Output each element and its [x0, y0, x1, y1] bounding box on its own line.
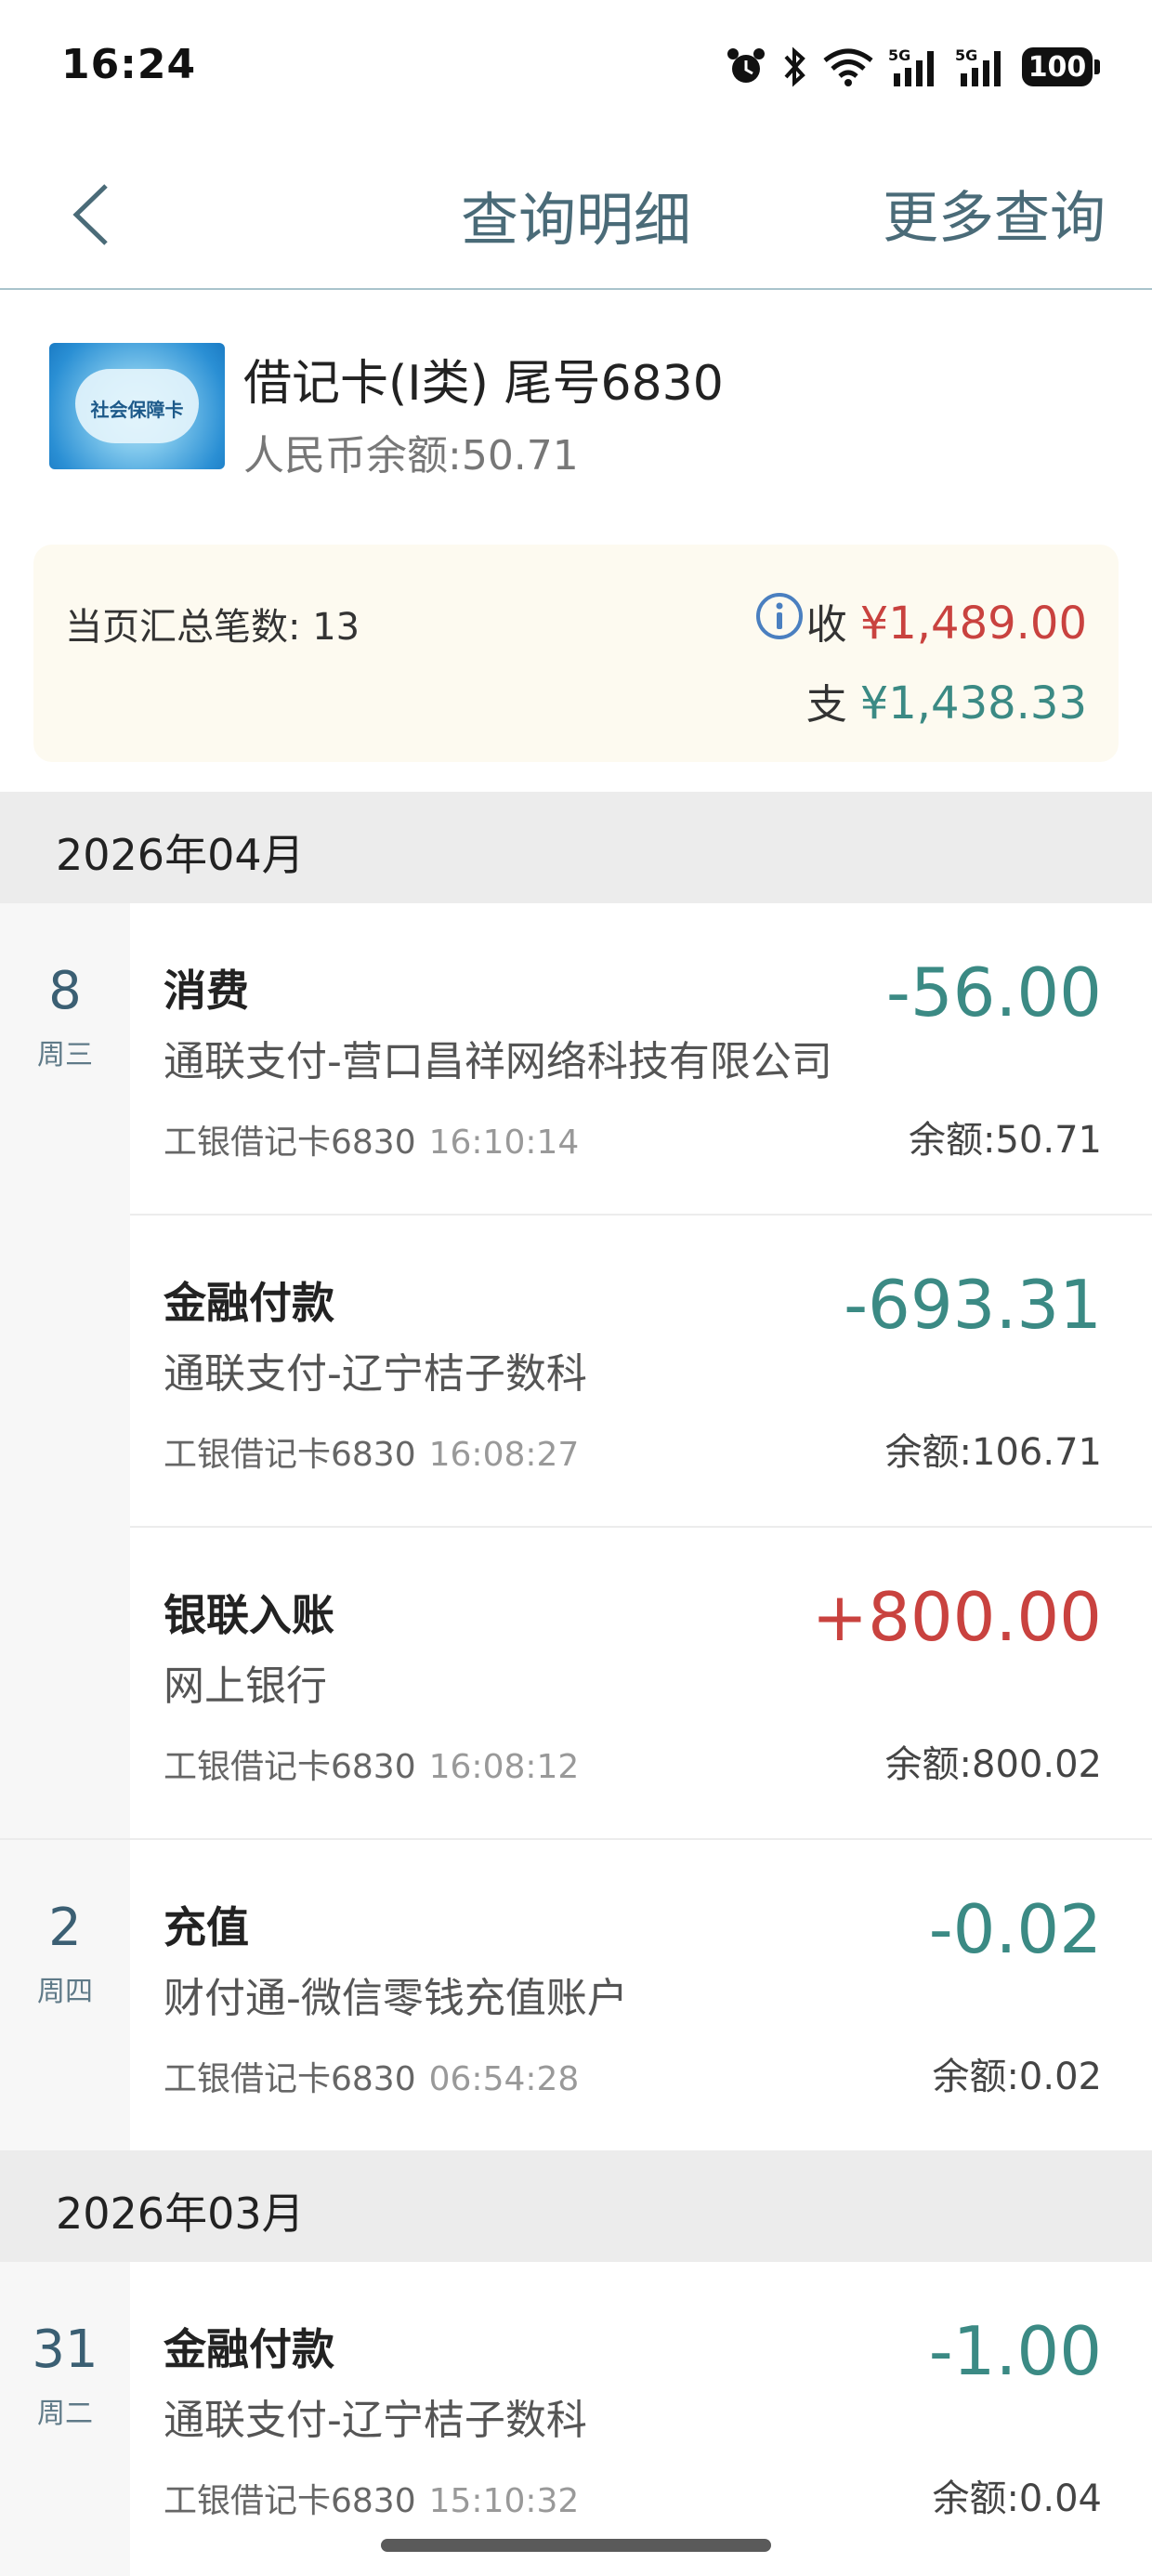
wifi-icon [823, 48, 873, 86]
transaction-balance: 余额:0.04 [932, 2477, 1102, 2520]
transaction-row[interactable]: 银联入账 网上银行 工银借记卡6830 16:08:12 +800.00 余额:8… [130, 1528, 1152, 1840]
account-balance: 人民币余额:50.71 [243, 432, 579, 480]
battery-icon: 100 [1022, 47, 1100, 86]
card-image-text: 社会保障卡 [90, 399, 184, 421]
transaction-type: 金融付款 [164, 2324, 334, 2374]
alarm-icon [727, 48, 765, 83]
expense-amount: ¥1,438.33 [859, 677, 1087, 729]
transaction-row[interactable]: 金融付款 通联支付-辽宁桔子数科 工银借记卡6830 15:10:32 -1.00… [130, 2262, 1152, 2576]
transaction-time: 16:08:27 [428, 1436, 580, 1474]
day-weekday: 周三 [37, 1039, 93, 1071]
month-label: 2026年04月 [56, 830, 305, 880]
transaction-amount: -693.31 [844, 1266, 1102, 1344]
summary-panel: 当页汇总笔数: 13 收 ¥1,489.00 支 ¥1,438.33 [33, 545, 1119, 762]
transaction-type: 充值 [164, 1902, 249, 1952]
transaction-balance: 余额:50.71 [909, 1119, 1102, 1162]
transaction-card: 工银借记卡6830 16:08:12 [164, 1748, 580, 1786]
transaction-balance: 余额:0.02 [932, 2056, 1102, 2098]
account-header: 社会保障卡 借记卡(I类) 尾号6830 人民币余额:50.71 [0, 292, 1152, 539]
status-bar: 16:24 5G 5G 100 [0, 0, 1152, 139]
battery-level: 100 [1022, 47, 1093, 86]
income-row: 收 ¥1,489.00 [806, 591, 1087, 651]
transaction-row[interactable]: 金融付款 通联支付-辽宁桔子数科 工银借记卡6830 16:08:27 -693.… [130, 1216, 1152, 1528]
transaction-time: 16:08:12 [428, 1748, 580, 1786]
transaction-amount: -56.00 [885, 953, 1102, 1032]
expense-row: 支 ¥1,438.33 [806, 671, 1087, 730]
expense-label: 支 [805, 681, 847, 729]
transaction-merchant: 通联支付-营口昌祥网络科技有限公司 [164, 1038, 832, 1085]
transaction-balance: 余额:800.02 [884, 1743, 1102, 1786]
month-header: 2026年04月 [0, 792, 1152, 903]
transaction-type: 金融付款 [164, 1278, 334, 1328]
transaction-merchant: 通联支付-辽宁桔子数科 [164, 1350, 587, 1398]
transaction-card: 工银借记卡6830 16:10:14 [164, 1124, 580, 1162]
transaction-time: 16:10:14 [428, 1124, 580, 1162]
transaction-card: 工银借记卡6830 06:54:28 [164, 2060, 580, 2098]
month-label: 2026年03月 [56, 2188, 305, 2239]
transaction-merchant: 财付通-微信零钱充值账户 [164, 1975, 628, 2022]
day-weekday: 周二 [37, 2398, 93, 2430]
transaction-balance: 余额:106.71 [884, 1431, 1102, 1474]
home-indicator[interactable] [381, 2539, 771, 2552]
day-number: 31 [32, 2320, 98, 2380]
status-time: 16:24 [61, 41, 197, 88]
day-column: 2 周四 [0, 1840, 130, 2150]
status-icons: 5G 5G 100 [725, 41, 1100, 93]
transaction-card: 工银借记卡6830 15:10:32 [164, 2482, 580, 2520]
svg-text:5G: 5G [888, 46, 910, 64]
month-header: 2026年03月 [0, 2150, 1152, 2262]
day-number: 8 [48, 961, 82, 1021]
transaction-type: 银联入账 [164, 1590, 334, 1640]
transaction-card: 工银借记卡6830 16:08:27 [164, 1436, 580, 1474]
day-column: 8 周三 [0, 903, 130, 1840]
transaction-time: 15:10:32 [428, 2482, 580, 2520]
income-label: 收 [805, 601, 847, 649]
signal-5g-icon-2: 5G [955, 46, 1001, 86]
transaction-type: 消费 [164, 966, 249, 1016]
more-query-button[interactable]: 更多查询 [883, 173, 1106, 254]
nav-bar: 查询明细 更多查询 [0, 139, 1152, 290]
day-number: 2 [48, 1898, 82, 1958]
card-image: 社会保障卡 [49, 343, 225, 469]
svg-text:5G: 5G [955, 46, 977, 64]
signal-5g-icon: 5G [888, 46, 934, 86]
transaction-merchant: 通联支付-辽宁桔子数科 [164, 2397, 587, 2444]
summary-count: 当页汇总笔数: 13 [65, 606, 360, 649]
transaction-amount: -1.00 [928, 2312, 1102, 2390]
income-amount: ¥1,489.00 [859, 598, 1087, 650]
transaction-row[interactable]: 消费 通联支付-营口昌祥网络科技有限公司 工银借记卡6830 16:10:14 -… [130, 903, 1152, 1216]
transaction-amount: +800.00 [811, 1578, 1102, 1656]
info-icon[interactable] [754, 591, 805, 641]
transaction-time: 06:54:28 [428, 2060, 580, 2098]
account-name: 借记卡(I类) 尾号6830 [243, 356, 724, 412]
transaction-amount: -0.02 [928, 1890, 1102, 1968]
transaction-merchant: 网上银行 [164, 1663, 327, 1710]
bluetooth-icon [784, 46, 805, 87]
day-column: 31 周二 [0, 2262, 130, 2576]
day-weekday: 周四 [37, 1976, 93, 2008]
transaction-row[interactable]: 充值 财付通-微信零钱充值账户 工银借记卡6830 06:54:28 -0.02 … [130, 1840, 1152, 2150]
